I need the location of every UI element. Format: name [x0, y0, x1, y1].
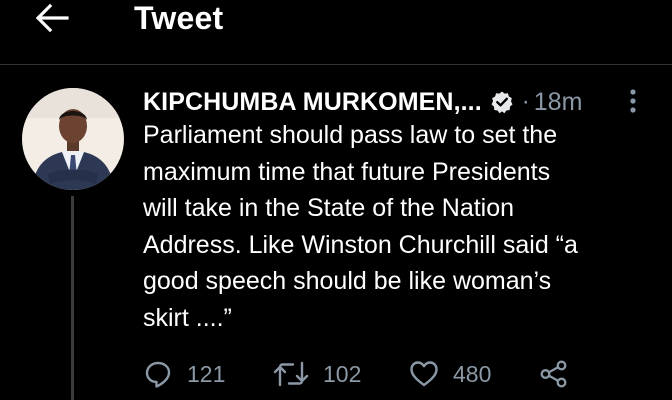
tweet-timestamp[interactable]: 18m	[534, 88, 583, 117]
tweet-text-line: will take in the State of the Nation	[143, 194, 515, 222]
reply-icon	[145, 361, 171, 388]
profile-photo	[22, 88, 124, 190]
retweet-count: 102	[323, 360, 362, 387]
thread-connector-line	[71, 196, 74, 400]
tweet-text: Parliament should pass law to set the ma…	[143, 117, 643, 336]
reply-button[interactable]: 121	[143, 356, 225, 392]
more-vertical-icon	[630, 89, 636, 113]
tweet-text-line: maximum time that future Presidents	[143, 157, 551, 186]
tweet-text-line: good speech should be like woman’s	[143, 267, 552, 295]
tweet-text-line: skirt ....”	[143, 303, 232, 332]
verified-badge-icon	[490, 90, 514, 114]
top-app-bar: Tweet	[0, 0, 672, 65]
share-button[interactable]	[539, 356, 569, 392]
retweet-icon	[273, 361, 309, 387]
more-options-button[interactable]	[622, 86, 644, 116]
avatar[interactable]	[22, 88, 124, 190]
share-icon	[540, 360, 567, 388]
back-button[interactable]	[30, 2, 74, 34]
separator-dot: ·	[521, 88, 530, 115]
tweet-detail-page: Tweet KIPCHUMBA MURKOMEN,... · 18m Parli…	[0, 0, 672, 400]
tweet-text-line: Parliament should pass law to set the	[143, 121, 558, 149]
like-button[interactable]: 480	[409, 356, 491, 392]
author-name[interactable]: KIPCHUMBA MURKOMEN,...	[143, 88, 482, 117]
tweet-header: KIPCHUMBA MURKOMEN,... · 18m	[143, 84, 582, 120]
tweet-text-line: Address. Like Winston Churchill said “a	[143, 230, 578, 259]
like-count: 480	[453, 360, 492, 387]
retweet-button[interactable]: 102	[273, 356, 361, 392]
page-title: Tweet	[134, 0, 224, 36]
arrow-left-icon	[35, 3, 69, 33]
reply-count: 121	[187, 360, 226, 387]
tweet-actions-bar: 121 102 480	[143, 356, 643, 392]
heart-icon	[410, 361, 438, 387]
